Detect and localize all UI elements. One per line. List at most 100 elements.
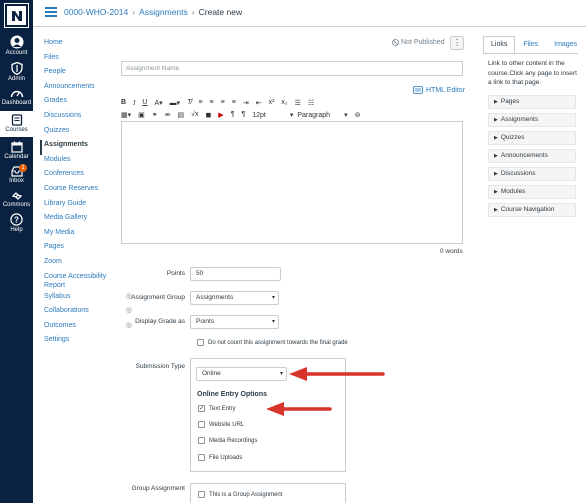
indent-icon[interactable]: ⇥ [243, 99, 249, 107]
omit-from-final-grade-option[interactable]: Do not count this assignment towards the… [197, 339, 348, 346]
course-nav-people[interactable]: People [44, 67, 114, 82]
bold-button[interactable]: B [121, 99, 126, 106]
nav-courses[interactable]: Courses [0, 111, 33, 137]
align-center-icon[interactable]: ≡ [210, 99, 214, 106]
file-uploads-checkbox[interactable] [198, 454, 205, 461]
entry-option-media-recordings[interactable]: Media Recordings [198, 437, 257, 444]
clear-formatting-icon[interactable]: T̸ [187, 99, 191, 106]
links-section-assignments[interactable]: ▶ Assignments [488, 113, 576, 127]
direction-ltr-icon[interactable]: ¶ [231, 111, 235, 118]
links-section-pages[interactable]: ▶ Pages [488, 95, 576, 109]
entry-option-website-url[interactable]: Website URL [198, 421, 244, 428]
links-section-modules[interactable]: ▶ Modules [488, 185, 576, 199]
course-nav-assignments[interactable]: Assignments [40, 140, 114, 155]
media-recordings-checkbox[interactable] [198, 437, 205, 444]
chevron-right-icon: ▶ [494, 171, 498, 177]
text-entry-checkbox[interactable]: ✓ [198, 405, 205, 412]
font-size-select[interactable]: 12pt ▾ [252, 111, 293, 119]
unlink-icon[interactable]: ⚮ [165, 111, 171, 119]
course-nav-grades[interactable]: Grades [44, 96, 114, 111]
links-section-course-navigation[interactable]: ▶ Course Navigation [488, 203, 576, 217]
assignment-name-input[interactable]: Assignment Name [121, 61, 463, 76]
table-icon[interactable]: ▦▾ [121, 111, 131, 119]
numbered-list-icon[interactable]: ☷ [308, 99, 314, 107]
math-icon[interactable]: √x [191, 111, 198, 118]
entry-option-text-entry[interactable]: ✓ Text Entry [198, 405, 236, 412]
bulleted-list-icon[interactable]: ☰ [295, 99, 301, 107]
outdent-icon[interactable]: ⇤ [256, 99, 262, 107]
links-section-quizzes[interactable]: ▶ Quizzes [488, 131, 576, 145]
course-nav-files[interactable]: Files [44, 53, 114, 68]
display-grade-label: Display Grade as [135, 318, 185, 325]
course-nav-announcements[interactable]: Announcements [44, 82, 114, 97]
embed-icon[interactable]: ▤ [178, 111, 185, 119]
subscript-icon[interactable]: x₂ [281, 99, 287, 106]
tab-files[interactable]: Files [515, 36, 546, 54]
course-nav-settings[interactable]: Settings [44, 335, 114, 350]
more-options-button[interactable]: ⋮ [450, 36, 464, 50]
paragraph-select[interactable]: Paragraph ▾ [297, 111, 347, 119]
direction-rtl-icon[interactable]: ¶ [241, 111, 245, 118]
course-nav-media-gallery[interactable]: Media Gallery [44, 213, 114, 228]
nav-commons[interactable]: Commons [0, 191, 33, 208]
html-editor-toggle[interactable]: HTML Editor [413, 86, 465, 94]
superscript-icon[interactable]: x² [269, 99, 275, 106]
nav-admin[interactable]: Admin [0, 62, 33, 82]
nav-account[interactable]: Account [0, 35, 33, 56]
rich-content-editor[interactable] [121, 121, 463, 244]
course-nav-my-media[interactable]: My Media [44, 228, 114, 243]
nav-dashboard[interactable]: Dashboard [0, 87, 33, 106]
youtube-icon[interactable]: ▶ [218, 111, 223, 119]
entry-option-label: File Uploads [209, 454, 243, 461]
link-icon[interactable]: ⚭ [152, 111, 158, 119]
course-nav-quizzes[interactable]: Quizzes [44, 126, 114, 141]
publish-status-label: Not Published [401, 39, 445, 46]
course-nav-discussions[interactable]: Discussions [44, 111, 114, 126]
nav-label: Calendar [4, 154, 29, 160]
nav-help[interactable]: ? Help [0, 213, 33, 233]
course-nav-course-reserves[interactable]: Course Reserves [44, 184, 114, 199]
chevron-down-icon: ▾ [271, 295, 275, 301]
content-tabs: Links Files Images [483, 36, 585, 54]
breadcrumb-assignments[interactable]: Assignments [139, 7, 188, 17]
course-nav-home[interactable]: Home [44, 38, 114, 53]
online-entry-options-title: Online Entry Options [197, 391, 268, 398]
menu-toggle-icon[interactable] [45, 7, 57, 17]
display-grade-select[interactable]: Points ▾ [190, 315, 279, 329]
align-justify-icon[interactable]: ≡ [232, 99, 236, 106]
course-nav-library-guide[interactable]: Library Guide [44, 199, 114, 214]
entry-option-file-uploads[interactable]: File Uploads [198, 454, 242, 461]
links-section-announcements[interactable]: ▶ Announcements [488, 149, 576, 163]
nav-inbox[interactable]: 1 Inbox [0, 164, 33, 184]
breadcrumb-separator: › [191, 7, 195, 17]
text-color-icon[interactable]: A▾ [154, 99, 162, 107]
omit-from-final-grade-checkbox[interactable] [197, 339, 204, 346]
italic-button[interactable]: I [133, 99, 135, 107]
course-nav-conferences[interactable]: Conferences [44, 169, 114, 184]
align-right-icon[interactable]: ≡ [221, 99, 225, 106]
paragraph-value: Paragraph [297, 111, 331, 119]
assignment-group-select[interactable]: Assignments ▾ [190, 291, 279, 305]
course-nav-modules[interactable]: Modules [44, 155, 114, 170]
underline-button[interactable]: U [142, 99, 147, 106]
tab-images[interactable]: Images [546, 36, 585, 54]
points-input[interactable]: 50 [190, 267, 281, 281]
group-assignment-option[interactable]: This is a Group Assignment [198, 491, 282, 498]
group-assignment-checkbox[interactable] [198, 491, 205, 498]
media-icon[interactable]: ◼ [205, 111, 211, 119]
course-nav-pages[interactable]: Pages [44, 242, 114, 257]
image-icon[interactable]: ▣ [138, 111, 145, 119]
links-section-discussions[interactable]: ▶ Discussions [488, 167, 576, 181]
institution-logo[interactable] [4, 3, 29, 28]
nav-calendar[interactable]: Calendar [0, 141, 33, 160]
align-left-icon[interactable]: ≡ [198, 99, 202, 106]
breadcrumb-course[interactable]: 0000-WHO-2014 [64, 7, 128, 17]
chevron-right-icon: ▶ [494, 207, 498, 213]
accessibility-checker-icon[interactable]: ⊚ [355, 111, 361, 119]
background-color-icon[interactable]: ▬▾ [170, 99, 181, 107]
publish-status[interactable]: Not Published [392, 39, 445, 46]
section-label: Announcements [500, 152, 548, 159]
submission-type-select[interactable]: Online ▾ [196, 367, 287, 381]
website-url-checkbox[interactable] [198, 421, 205, 428]
tab-links[interactable]: Links [483, 36, 516, 54]
